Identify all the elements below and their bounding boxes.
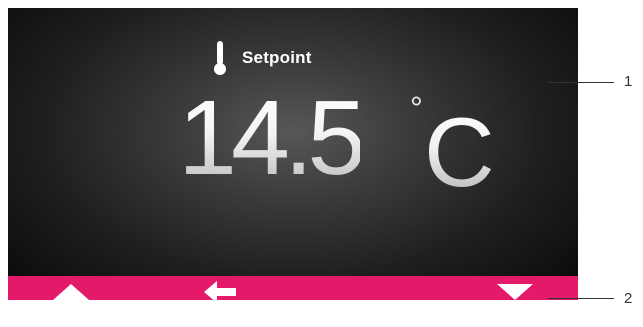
callout-line-2 xyxy=(548,298,614,299)
degree-symbol: ° xyxy=(410,90,423,126)
callout-label-2: 2 xyxy=(624,290,633,307)
temperature-unit: C xyxy=(424,97,495,207)
up-button[interactable] xyxy=(41,276,101,300)
setpoint-label: Setpoint xyxy=(242,48,312,67)
arrow-down-icon xyxy=(497,284,533,300)
thermostat-screen: Setpoint 14.5 ° C xyxy=(8,8,578,300)
arrow-left-icon xyxy=(204,281,236,300)
thermometer-icon xyxy=(214,41,226,75)
setpoint-header: Setpoint xyxy=(213,38,312,78)
arrow-up-icon xyxy=(53,284,89,300)
back-button[interactable] xyxy=(190,276,250,300)
down-button[interactable] xyxy=(485,276,545,300)
temperature-display: Setpoint 14.5 ° C xyxy=(8,8,578,276)
callout-label-1: 1 xyxy=(624,73,633,90)
temperature-value: 14.5 xyxy=(178,79,366,197)
navigation-bar xyxy=(8,276,578,300)
callout-line-1 xyxy=(548,82,614,83)
